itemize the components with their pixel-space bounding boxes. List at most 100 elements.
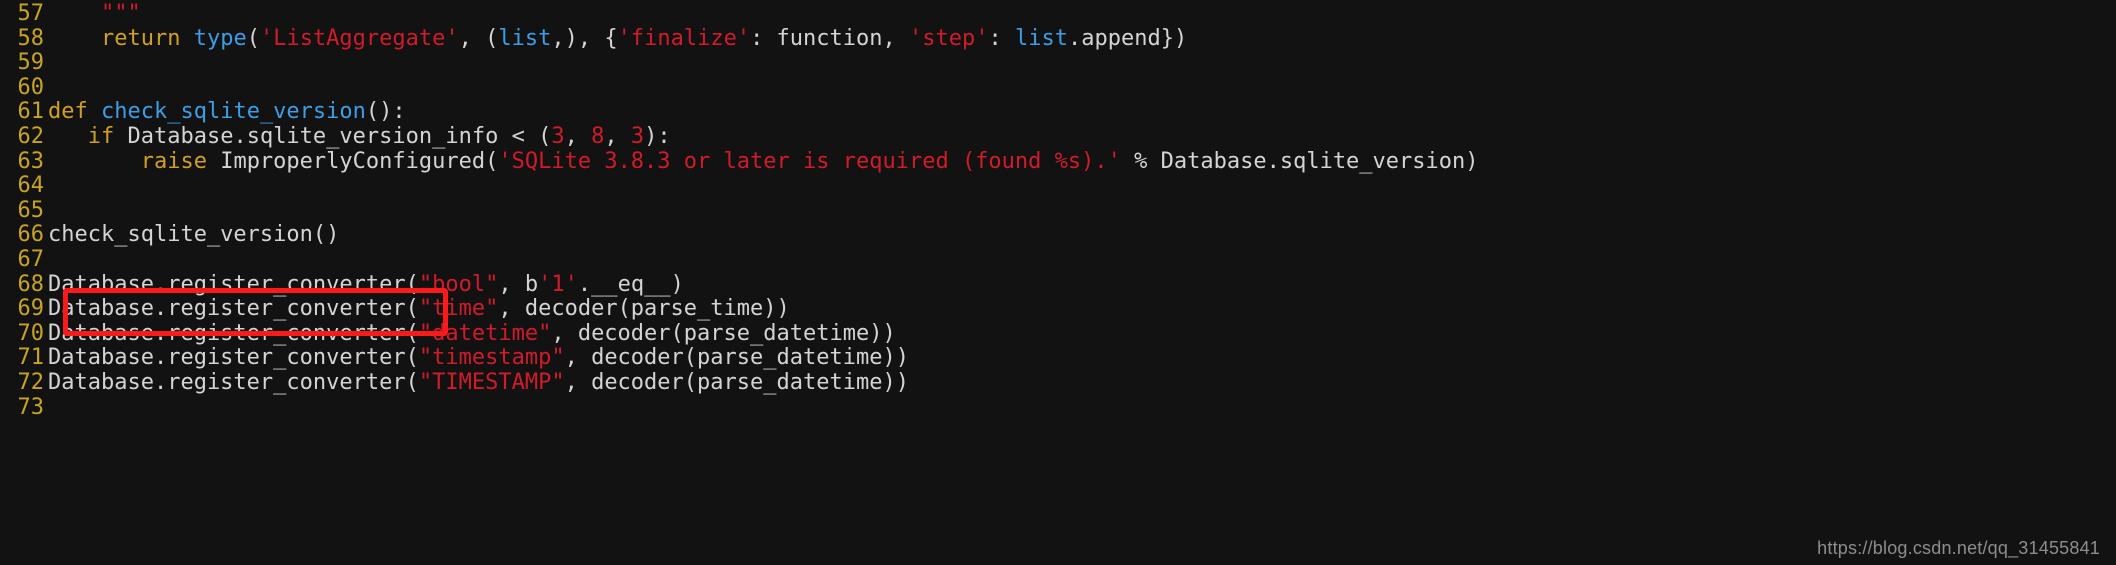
code-token: 3 [630, 123, 645, 149]
line-number: 72 [17, 369, 45, 395]
line-number: 61 [17, 99, 45, 125]
code-token: "timestamp" [418, 345, 565, 371]
code-line[interactable]: 68 Database.register_converter("bool", b'… [0, 271, 2116, 298]
code-line[interactable]: 57 """ [0, 1, 2116, 27]
code-line-content[interactable]: if Database.sqlite_version_info < (3, 8,… [44, 123, 2116, 150]
code-token: .__eq__) [577, 271, 684, 297]
code-editor-pane[interactable]: 57 """ 58 return type('ListAggregate', (l… [0, 0, 2116, 565]
code-token: if [87, 123, 115, 149]
line-number: 64 [17, 173, 45, 199]
code-token: , decoder(parse_datetime)) [564, 345, 909, 371]
code-line[interactable]: 67 [0, 246, 2116, 273]
code-token: 'finalize' [617, 25, 751, 51]
code-token: : function, [750, 25, 910, 51]
code-token: 3 [551, 123, 565, 149]
code-token: Database.register_converter( [48, 271, 419, 297]
line-number: 73 [17, 394, 45, 420]
line-number: 62 [17, 123, 45, 149]
code-token: , decoder(parse_time)) [498, 296, 790, 322]
code-line[interactable]: 58 return type('ListAggregate', (list,),… [0, 25, 2116, 52]
code-token: Database.register_converter( [48, 320, 419, 346]
code-token: Database.register_converter( [48, 296, 419, 322]
code-token: (): [365, 99, 406, 125]
code-line-content[interactable]: check_sqlite_version() [44, 223, 2116, 248]
code-line[interactable]: 60 [0, 74, 2116, 101]
code-line[interactable]: 61 def check_sqlite_version(): [0, 100, 2116, 125]
code-line-content[interactable]: def check_sqlite_version(): [44, 100, 2116, 125]
code-line-content[interactable]: Database.register_converter("bool", b'1'… [44, 271, 2116, 298]
code-token: .append}) [1067, 25, 1188, 51]
code-token: check_sqlite_version [101, 99, 366, 125]
code-token: , b [498, 271, 539, 297]
code-line-content[interactable]: Database.register_converter("TIMESTAMP",… [44, 369, 2116, 396]
code-line-list[interactable]: 57 """ 58 return type('ListAggregate', (l… [0, 1, 2116, 421]
code-line[interactable]: 59 [0, 51, 2116, 76]
code-token: % Database.sqlite_version) [1120, 148, 1479, 174]
code-token: list [1015, 25, 1068, 51]
code-line[interactable]: 73 [0, 394, 2116, 421]
code-token: raise [140, 148, 207, 174]
code-token: Database.register_converter( [48, 345, 419, 371]
code-line-content[interactable]: Database.register_converter("timestamp",… [44, 346, 2116, 371]
line-number: 67 [17, 246, 45, 272]
code-line-content[interactable]: Database.register_converter("time", deco… [44, 296, 2116, 322]
code-line-content[interactable]: Database.register_converter("datetime", … [44, 320, 2116, 347]
code-line[interactable]: 71 Database.register_converter("timestamp… [0, 346, 2116, 371]
code-line[interactable]: 64 [0, 174, 2116, 199]
watermark-url: https://blog.csdn.net/qq_31455841 [1817, 538, 2100, 558]
code-token: 'SQLite 3.8.3 or later is required (foun… [498, 148, 1121, 174]
line-number: 59 [17, 50, 45, 76]
code-token: , [564, 123, 592, 149]
line-number: 65 [17, 197, 45, 223]
code-token: def [48, 99, 88, 125]
line-number: 57 [17, 1, 45, 26]
code-token: , decoder(parse_datetime)) [564, 369, 909, 395]
code-line[interactable]: 72 Database.register_converter("TIMESTAMP… [0, 369, 2116, 396]
line-number: 70 [17, 320, 45, 346]
code-token: """ [100, 1, 141, 26]
code-token: "datetime" [418, 320, 552, 346]
code-token: ( [246, 25, 260, 51]
code-token: , ( [458, 25, 499, 51]
code-line-content[interactable]: return type('ListAggregate', (list,), {'… [44, 25, 2116, 52]
code-token: 'ListAggregate' [259, 25, 459, 51]
code-token: 8 [591, 123, 605, 149]
code-line-content[interactable]: """ [44, 1, 2116, 27]
code-token: , decoder(parse_datetime)) [551, 320, 896, 346]
line-number: 66 [17, 222, 45, 248]
line-number: 69 [17, 296, 45, 322]
code-token: Database.register_converter( [48, 369, 419, 395]
code-token: check_sqlite_version() [48, 222, 340, 248]
code-line[interactable]: 70 Database.register_converter("datetime"… [0, 320, 2116, 347]
code-token: 'step' [909, 25, 989, 51]
code-token: "time" [418, 296, 499, 322]
code-line[interactable]: 62 if Database.sqlite_version_info < (3,… [0, 123, 2116, 150]
code-line[interactable]: 69 Database.register_converter("time", de… [0, 296, 2116, 322]
code-line-content[interactable]: raise ImproperlyConfigured('SQLite 3.8.3… [44, 148, 2116, 175]
code-token: "bool" [418, 271, 499, 297]
line-number: 58 [17, 25, 45, 51]
code-token: list [498, 25, 552, 51]
code-token: ,), { [551, 25, 618, 51]
code-token: , [604, 123, 631, 149]
code-token: : [988, 25, 1015, 51]
code-line[interactable]: 63 raise ImproperlyConfigured('SQLite 3.… [0, 148, 2116, 175]
code-line[interactable]: 65 [0, 197, 2116, 224]
line-number: 68 [17, 271, 45, 297]
code-token: Database.sqlite_version_info < ( [114, 123, 552, 149]
code-token: ): [644, 123, 671, 149]
code-token: "TIMESTAMP" [418, 369, 565, 395]
line-number: 60 [17, 74, 45, 100]
code-token: ImproperlyConfigured( [206, 148, 499, 174]
line-number: 63 [17, 148, 45, 174]
line-number: 71 [17, 345, 45, 371]
code-token: '1' [538, 271, 578, 297]
code-line[interactable]: 66 check_sqlite_version() [0, 223, 2116, 248]
code-token: type [193, 25, 247, 51]
